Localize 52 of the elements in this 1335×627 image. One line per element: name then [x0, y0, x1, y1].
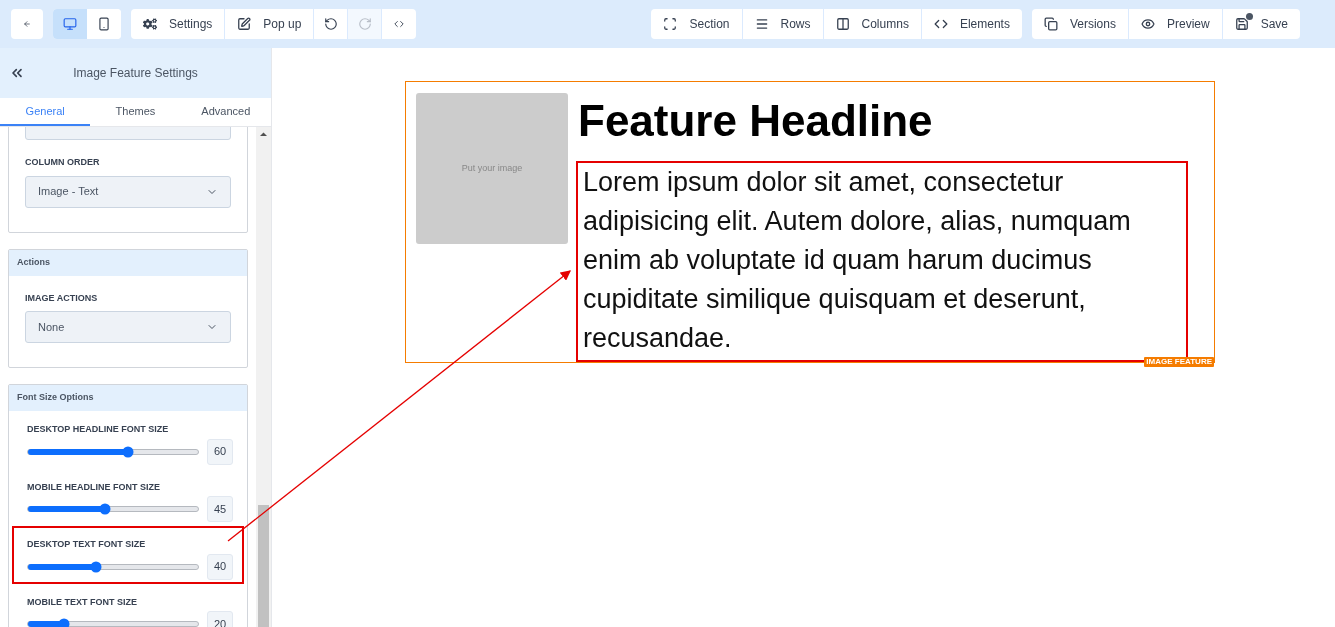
- section-header: Actions: [9, 249, 247, 276]
- tab[interactable]: Themes: [90, 98, 181, 126]
- value-box[interactable]: 60: [207, 438, 233, 465]
- monitor-icon: [63, 17, 77, 31]
- value-box[interactable]: 20: [207, 611, 233, 627]
- redo-icon: [357, 17, 372, 31]
- field-label: MOBILE TEXT FONT SIZE: [27, 595, 138, 609]
- select-field[interactable]: Image - Text: [25, 175, 231, 208]
- feature-headline: Feature Headline: [577, 95, 934, 147]
- field-label: DESKTOP HEADLINE FONT SIZE: [27, 423, 170, 436]
- stacked-windows-icon: [1043, 17, 1058, 31]
- slider-thumb[interactable]: [90, 561, 102, 572]
- code-icon: [933, 17, 948, 31]
- scrollbar[interactable]: [256, 127, 271, 627]
- desktop-view-button[interactable]: [53, 9, 87, 39]
- toolbar-button[interactable]: Elements: [921, 9, 1022, 39]
- field-label: DESKTOP TEXT FONT SIZE: [27, 538, 147, 551]
- pop-out-icon: [237, 17, 252, 31]
- slider-track[interactable]: [27, 448, 199, 455]
- settings-icon: [143, 17, 157, 31]
- eye-icon: [1140, 17, 1155, 31]
- toolbar-button[interactable]: Columns: [823, 9, 922, 39]
- menu-icon: [754, 17, 769, 31]
- toolbar-button[interactable]: Preview: [1128, 9, 1223, 39]
- value-box[interactable]: 40: [207, 553, 233, 580]
- frame-icon: [663, 17, 678, 31]
- panel-title: Image Feature Settings: [73, 65, 198, 82]
- phone-icon: [97, 17, 111, 31]
- field-label: IMAGE ACTIONS: [25, 291, 99, 305]
- placeholder-text: Put your image: [461, 161, 523, 175]
- slider-track[interactable]: [27, 621, 199, 627]
- toolbar-button[interactable]: Section: [651, 9, 743, 39]
- image-feature-block[interactable]: [405, 81, 1215, 363]
- slider-thumb[interactable]: [99, 503, 110, 515]
- section-header: Font Size Options: [9, 385, 247, 411]
- columns-icon: [835, 17, 850, 31]
- toolbar-button[interactable]: Rows: [742, 9, 824, 39]
- slider-track[interactable]: [27, 563, 199, 570]
- scrollbar-thumb[interactable]: [258, 505, 269, 627]
- select-field[interactable]: None: [25, 311, 231, 343]
- value-box[interactable]: 45: [207, 496, 233, 522]
- field-label: MOBILE HEADLINE FONT SIZE: [27, 480, 161, 494]
- toolbar-button[interactable]: Save: [1222, 9, 1300, 39]
- field-label: COLUMN ORDER: [25, 156, 101, 169]
- toolbar-button[interactable]: Settings: [131, 9, 226, 39]
- slider-thumb[interactable]: [122, 446, 134, 457]
- slider-thumb[interactable]: [58, 618, 70, 627]
- toolbar-button[interactable]: Versions: [1031, 9, 1129, 39]
- undo-icon: [323, 17, 338, 31]
- block-label: IMAGE FEATURE: [1144, 357, 1214, 367]
- tab[interactable]: Advanced: [180, 98, 271, 126]
- slider-track[interactable]: [27, 506, 199, 512]
